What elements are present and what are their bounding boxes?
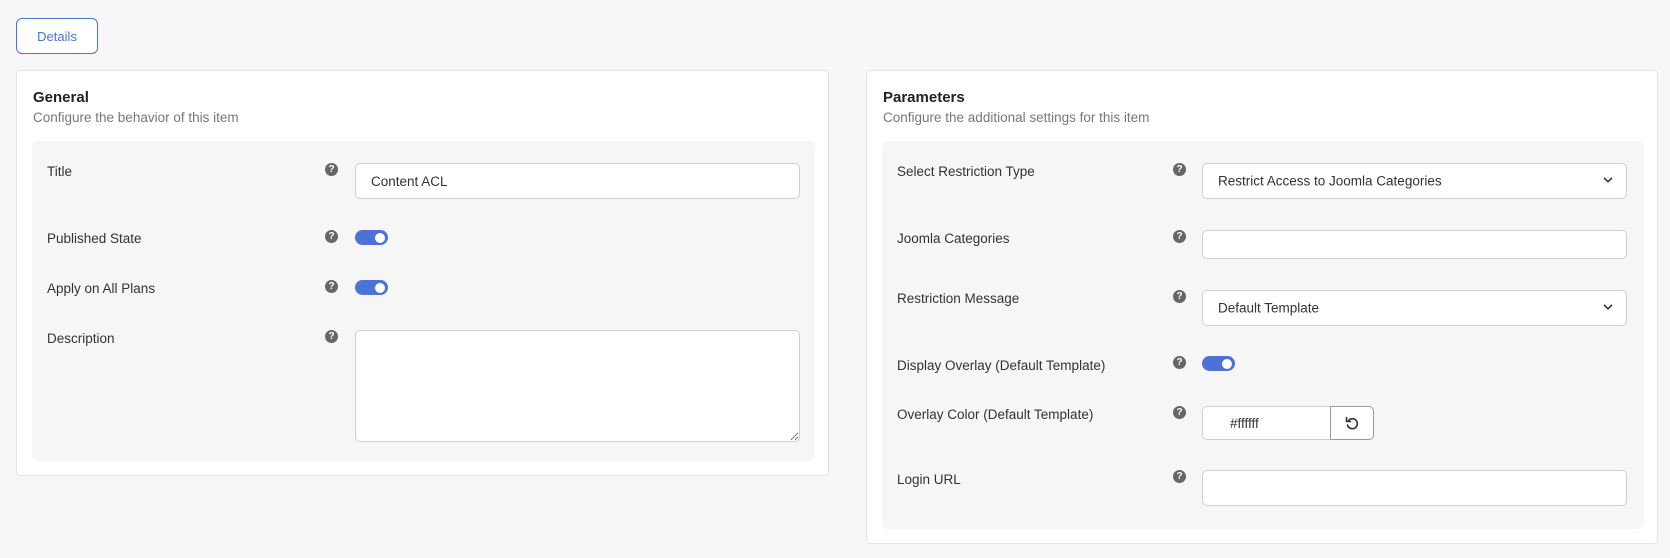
login-url-label: Login URL — [897, 472, 961, 487]
chevron-down-icon — [1603, 177, 1613, 183]
restriction-type-label: Select Restriction Type — [897, 164, 1035, 179]
parameters-title: Parameters — [883, 89, 965, 106]
restriction-message-label: Restriction Message — [897, 291, 1020, 306]
description-label: Description — [47, 331, 115, 346]
question-circle-icon[interactable]: ? — [1173, 163, 1186, 176]
overlay-color-label: Overlay Color (Default Template) — [897, 407, 1094, 422]
apply-all-plans-toggle[interactable] — [355, 280, 388, 295]
joomla-categories-input[interactable] — [1202, 230, 1627, 259]
undo-icon — [1345, 416, 1359, 430]
published-state-label: Published State — [47, 231, 142, 246]
toggle-knob — [375, 232, 385, 243]
general-fields: Title ? Published State ? Apply on All P… — [32, 141, 815, 461]
question-circle-icon[interactable]: ? — [325, 330, 338, 343]
overlay-color-input[interactable]: #ffffff — [1202, 406, 1330, 440]
toggle-knob — [375, 282, 385, 293]
parameters-subtitle: Configure the additional settings for th… — [883, 110, 1150, 125]
general-subtitle: Configure the behavior of this item — [33, 110, 239, 125]
question-circle-icon[interactable]: ? — [325, 280, 338, 293]
title-label: Title — [47, 164, 73, 179]
apply-all-plans-label: Apply on All Plans — [47, 281, 156, 296]
general-card: General Configure the behavior of this i… — [16, 70, 829, 476]
question-circle-icon[interactable]: ? — [1173, 406, 1186, 419]
published-state-toggle[interactable] — [355, 230, 388, 245]
description-textarea[interactable] — [355, 330, 800, 442]
login-url-input[interactable] — [1202, 470, 1627, 506]
parameters-fields: Select Restriction Type ? Restrict Acces… — [882, 141, 1644, 529]
color-reset-button[interactable] — [1330, 406, 1374, 440]
parameters-card: Parameters Configure the additional sett… — [866, 70, 1658, 544]
restriction-message-select[interactable]: Default Template — [1202, 290, 1627, 326]
question-circle-icon[interactable]: ? — [1173, 356, 1186, 369]
question-circle-icon[interactable]: ? — [1173, 470, 1186, 483]
tab-details[interactable]: Details — [16, 18, 98, 54]
restriction-message-value: Default Template — [1218, 300, 1320, 316]
question-circle-icon[interactable]: ? — [1173, 230, 1186, 243]
restriction-type-value: Restrict Access to Joomla Categories — [1218, 173, 1442, 189]
general-title: General — [33, 89, 89, 106]
display-overlay-label: Display Overlay (Default Template) — [897, 358, 1106, 373]
question-circle-icon[interactable]: ? — [325, 230, 338, 243]
display-overlay-toggle[interactable] — [1202, 356, 1235, 371]
restriction-type-select[interactable]: Restrict Access to Joomla Categories — [1202, 163, 1627, 199]
chevron-down-icon — [1603, 304, 1613, 310]
question-circle-icon[interactable]: ? — [1173, 290, 1186, 303]
title-input[interactable] — [355, 163, 800, 199]
toggle-knob — [1222, 358, 1232, 369]
overlay-color-group: #ffffff — [1202, 406, 1374, 440]
question-circle-icon[interactable]: ? — [325, 163, 338, 176]
joomla-categories-label: Joomla Categories — [897, 231, 1010, 246]
